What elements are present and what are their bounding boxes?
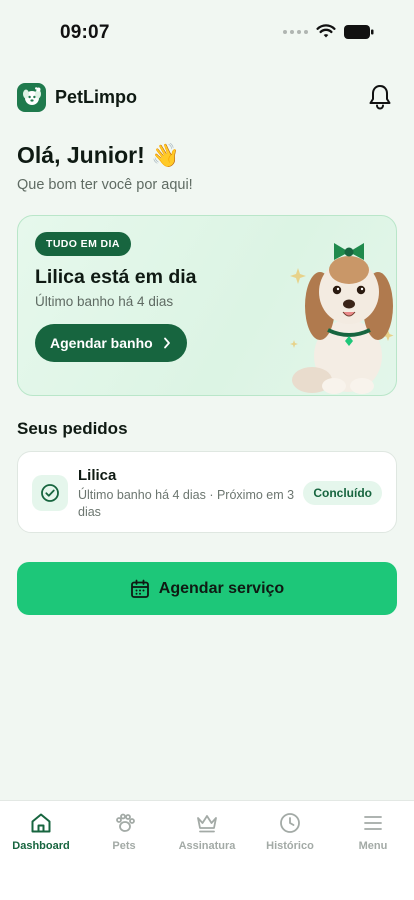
check-circle-icon xyxy=(32,475,68,511)
nav-label-subscription: Assinatura xyxy=(178,840,236,852)
status-bar: 09:07 xyxy=(0,0,414,60)
status-badge: TUDO EM DIA xyxy=(35,232,131,256)
status-icons xyxy=(283,24,374,39)
greeting-title: Olá, Junior! 👋 xyxy=(17,142,180,168)
wifi-icon xyxy=(316,24,336,38)
schedule-service-label: Agendar serviço xyxy=(158,579,285,597)
order-status-badge: Concluído xyxy=(303,481,382,505)
battery-icon xyxy=(344,24,374,39)
order-description: Último banho há 4 dias · Próximo em 3 di… xyxy=(78,488,295,519)
schedule-bath-button[interactable]: Agendar banho xyxy=(35,324,187,362)
crown-icon xyxy=(197,815,217,833)
bell-icon[interactable] xyxy=(365,82,395,112)
app-header: PetLimpo xyxy=(17,82,397,112)
nav-label-history: Histórico xyxy=(266,840,314,852)
clock-icon xyxy=(280,813,300,833)
order-pet-name: Lilica xyxy=(78,467,117,484)
bottom-navigation: Dashboard Pets Assinatura Histórico Menu xyxy=(0,800,414,900)
nav-menu[interactable]: Menu xyxy=(332,811,414,852)
calendar-icon xyxy=(130,579,149,598)
nav-label-dashboard: Dashboard xyxy=(12,840,70,852)
nav-label-pets: Pets xyxy=(112,840,136,852)
pet-status-subtitle: Último banho há 4 dias xyxy=(35,294,174,309)
dog-illustration xyxy=(290,243,394,394)
nav-dashboard[interactable]: Dashboard xyxy=(0,811,82,852)
home-icon xyxy=(31,813,51,833)
pet-status-card: TUDO EM DIA Lilica está em dia Último ba… xyxy=(17,215,397,396)
brand-name: PetLimpo xyxy=(55,86,138,107)
schedule-service-button[interactable]: Agendar serviço xyxy=(17,562,397,615)
signal-icon xyxy=(283,29,308,34)
paw-icon xyxy=(116,813,135,832)
order-card[interactable]: Lilica Último banho há 4 dias · Próximo … xyxy=(17,451,397,533)
greeting-subtitle: Que bom ter você por aqui! xyxy=(17,177,193,193)
dog-icon[interactable] xyxy=(17,82,46,112)
nav-pets[interactable]: Pets xyxy=(83,811,165,852)
schedule-bath-label: Agendar banho xyxy=(50,335,153,351)
pet-status-title: Lilica está em dia xyxy=(35,266,197,288)
chevron-right-icon xyxy=(163,337,170,349)
nav-label-menu: Menu xyxy=(358,840,388,852)
status-time: 09:07 xyxy=(60,22,110,43)
menu-icon xyxy=(364,816,382,830)
nav-subscription[interactable]: Assinatura xyxy=(166,811,248,852)
orders-section-title: Seus pedidos xyxy=(17,419,128,438)
nav-history[interactable]: Histórico xyxy=(249,811,331,852)
